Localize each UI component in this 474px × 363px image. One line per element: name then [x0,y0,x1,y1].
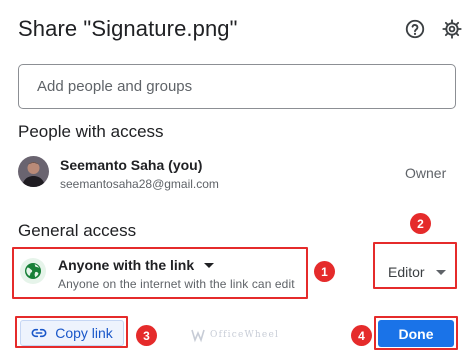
person-name: Seemanto Saha (you) [60,157,203,173]
user-avatar [18,156,49,187]
done-label: Done [398,325,434,342]
general-access-dropdown[interactable]: Anyone with the link [58,255,215,275]
step-marker: 2 [410,213,431,234]
dialog-title: Share "Signature.png" [18,16,238,41]
globe-icon [20,258,46,284]
watermark-text: OfficeWheel [210,330,280,340]
people-with-access-heading: People with access [18,122,164,141]
step-marker: 1 [314,261,335,282]
copy-link-label: Copy link [55,325,113,341]
step-marker: 3 [136,325,157,346]
general-access-heading: General access [18,221,137,240]
step-marker: 4 [351,325,372,346]
settings-gear-icon[interactable] [441,18,463,40]
general-access-label: Anyone with the link [58,257,195,273]
general-access-description: Anyone on the internet with the link can… [58,277,295,291]
chevron-down-icon [435,269,446,275]
role-dropdown[interactable]: Editor [388,262,446,282]
role-dropdown-label: Editor [388,264,425,280]
add-people-input[interactable] [18,64,456,109]
done-button[interactable]: Done [378,320,454,347]
copy-link-button[interactable]: Copy link [20,320,124,346]
link-icon [31,328,47,338]
person-email: seemantosaha28@gmail.com [60,177,219,191]
owner-role-label: Owner [405,165,447,181]
watermark-logo: OfficeWheel [190,327,279,343]
help-icon[interactable] [404,18,426,40]
chevron-down-icon [204,262,215,268]
